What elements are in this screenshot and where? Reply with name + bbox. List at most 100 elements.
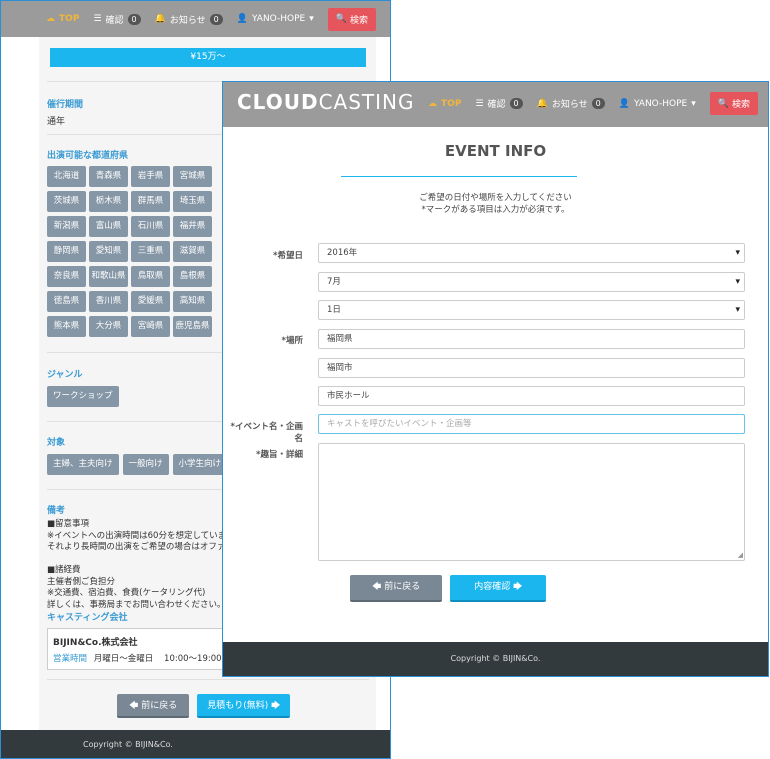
intro-line-1: ご希望の日付や場所を入力してください (419, 193, 572, 203)
user-icon: 👤 (618, 98, 630, 109)
list-icon: ☰ (475, 98, 484, 109)
pref-tag[interactable]: 北海道 (47, 166, 86, 187)
pref-tag[interactable]: 宮城県 (173, 166, 212, 187)
hours-label: 営業時間 (53, 654, 88, 664)
pref-tag[interactable]: 石川県 (131, 216, 170, 237)
pref-tag[interactable]: 茨城県 (47, 191, 86, 212)
nav-confirm[interactable]: ☰ 確認 0 (475, 97, 523, 110)
button-row: 🡄 前に戻る 内容確認 🡆 (350, 575, 547, 602)
nav-user-label: YANO-HOPE (633, 98, 688, 109)
heading-underline (341, 176, 577, 177)
front-window: CLOUDCASTING ☁ TOP ☰ 確認 0 🔔 お知らせ 0 👤 YAN… (222, 81, 769, 677)
nav-notice[interactable]: 🔔 お知らせ 0 (537, 97, 605, 110)
quote-button[interactable]: 見積もり(無料) 🡆 (197, 694, 291, 718)
pref-tag[interactable]: 滋賀県 (173, 241, 212, 262)
pref-row: 北海道 青森県 岩手県 宮城県 (47, 166, 212, 187)
event-name-label: *イベント名・企画名 (230, 422, 303, 444)
pref-tag[interactable]: 静岡県 (47, 241, 86, 262)
search-icon: 🔍 (717, 98, 729, 109)
arrow-left-icon: 🡄 (372, 582, 382, 592)
button-row: 🡄 前に戻る 見積もり(無料) 🡆 (117, 694, 291, 718)
month-select[interactable]: 7月 (318, 272, 745, 292)
price-value: ¥15万～ (50, 48, 366, 67)
pref-row: 熊本県 大分県 宮崎県 鹿児島県 (47, 316, 212, 337)
pref-tag[interactable]: 愛知県 (89, 241, 128, 262)
top-nav: CLOUDCASTING ☁ TOP ☰ 確認 0 🔔 お知らせ 0 👤 YAN… (223, 82, 768, 127)
pref-row: 奈良県 和歌山県 鳥取県 島根県 (47, 266, 212, 287)
venue-field[interactable]: 市民ホール (318, 386, 745, 406)
pref-tag[interactable]: 新潟県 (47, 216, 86, 237)
caret-down-icon: ▾ (309, 14, 314, 24)
search-button-label: 検索 (731, 100, 750, 110)
target-tag[interactable]: 主婦、主夫向け (47, 454, 119, 475)
back-button-label: 前に戻る (141, 701, 178, 711)
prefecture-field[interactable]: 福岡県 (318, 329, 745, 349)
cloud-icon: ☁ (46, 14, 56, 24)
place-label: *場所 (281, 336, 303, 346)
nav-confirm[interactable]: ☰ 確認 0 (93, 13, 141, 26)
nav-links: ☁ TOP ☰ 確認 0 🔔 お知らせ 0 👤 YANO-HOPE ▾ 🔍 検索 (428, 92, 758, 115)
logo[interactable]: CLOUDCASTING (237, 90, 414, 114)
genre-tags: ワークショップ (47, 386, 119, 407)
user-icon: 👤 (236, 14, 248, 24)
caret-down-icon: ▾ (691, 98, 696, 109)
quote-button-label: 見積もり(無料) (207, 701, 269, 711)
pref-tag[interactable]: 埼玉県 (173, 191, 212, 212)
pref-tag[interactable]: 鹿児島県 (173, 316, 212, 337)
genre-tag[interactable]: ワークショップ (47, 386, 119, 407)
pref-tag[interactable]: 富山県 (89, 216, 128, 237)
nav-top[interactable]: ☁ TOP (428, 99, 461, 109)
detail-textarea[interactable]: ◢ (318, 443, 745, 561)
pref-label: 出演可能な都道府県 (47, 151, 129, 161)
page-title: EVENT INFO (444, 142, 547, 160)
nav-user[interactable]: 👤 YANO-HOPE ▾ (237, 14, 314, 24)
pref-row: 徳島県 香川県 愛媛県 高知県 (47, 291, 212, 312)
confirm-count-badge: 0 (509, 98, 523, 109)
pref-tag[interactable]: 高知県 (173, 291, 212, 312)
pref-tag[interactable]: 福井県 (173, 216, 212, 237)
nav-notice-label: お知らせ (551, 100, 588, 110)
search-button[interactable]: 🔍 検索 (327, 7, 376, 31)
nav-notice[interactable]: 🔔 お知らせ 0 (155, 13, 223, 26)
pref-tag[interactable]: 熊本県 (47, 316, 86, 337)
event-name-field[interactable]: キャストを呼びたいイベント・企画等 (318, 414, 745, 434)
pref-tag[interactable]: 群馬県 (131, 191, 170, 212)
logo-casting: CASTING (318, 90, 415, 114)
hours-time: 10:00～19:00 (164, 654, 222, 664)
pref-tag[interactable]: 三重県 (131, 241, 170, 262)
back-button[interactable]: 🡄 前に戻る (350, 575, 443, 602)
pref-tag[interactable]: 大分県 (89, 316, 128, 337)
arrow-right-icon: 🡆 (513, 582, 523, 592)
pref-tag[interactable]: 徳島県 (47, 291, 86, 312)
back-button[interactable]: 🡄 前に戻る (117, 694, 190, 718)
pref-tag[interactable]: 和歌山県 (89, 266, 128, 287)
resize-grip-icon[interactable]: ◢ (738, 551, 743, 559)
pref-tag[interactable]: 栃木県 (89, 191, 128, 212)
confirm-button[interactable]: 内容確認 🡆 (450, 575, 547, 602)
pref-tag[interactable]: 香川県 (89, 291, 128, 312)
nav-top[interactable]: ☁ TOP (46, 14, 79, 24)
pref-grid: 北海道 青森県 岩手県 宮城県 茨城県 栃木県 群馬県 埼玉県 新潟県 富山県 … (47, 166, 212, 341)
day-select[interactable]: 1日 (318, 300, 745, 320)
pref-tag[interactable]: 岩手県 (131, 166, 170, 187)
genre-label: ジャンル (47, 370, 83, 380)
target-label: 対象 (47, 438, 66, 448)
pref-tag[interactable]: 青森県 (89, 166, 128, 187)
logo-cloud: CLOUD (237, 90, 319, 114)
nav-confirm-label: 確認 (105, 15, 124, 26)
pref-tag[interactable]: 愛媛県 (131, 291, 170, 312)
target-tag[interactable]: 小学生向け (172, 454, 228, 475)
pref-tag[interactable]: 奈良県 (47, 266, 86, 287)
pref-tag[interactable]: 宮崎県 (131, 316, 170, 337)
target-tag[interactable]: 一般向け (122, 454, 169, 475)
pref-tag[interactable]: 島根県 (173, 266, 212, 287)
divider (47, 679, 369, 680)
year-select[interactable]: 2016年 (318, 243, 745, 263)
period-label: 催行期間 (47, 100, 84, 110)
search-button[interactable]: 🔍 検索 (709, 92, 758, 115)
nav-user[interactable]: 👤 YANO-HOPE ▾ (619, 99, 696, 109)
notes-label: 備考 (47, 506, 66, 516)
arrow-right-icon: 🡆 (271, 701, 281, 711)
city-field[interactable]: 福岡市 (318, 358, 745, 378)
pref-tag[interactable]: 鳥取県 (131, 266, 170, 287)
